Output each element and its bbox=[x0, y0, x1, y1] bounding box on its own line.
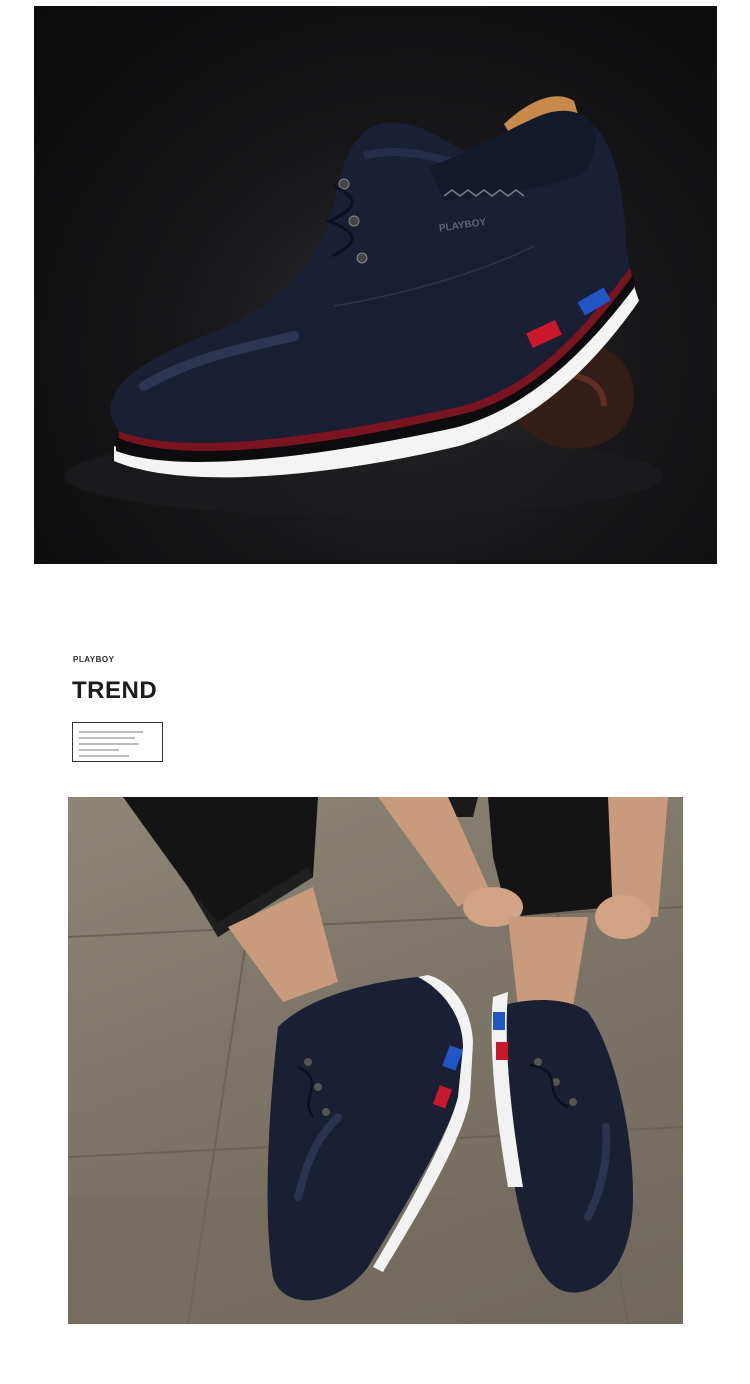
description-line bbox=[79, 749, 119, 751]
hero-product-photo: PLAYBOY bbox=[34, 6, 717, 564]
section-title: TREND bbox=[72, 677, 158, 704]
hero-shoe-illustration: PLAYBOY bbox=[64, 96, 664, 516]
lifestyle-scene-illustration bbox=[68, 797, 683, 1324]
description-line bbox=[79, 737, 135, 739]
description-line bbox=[79, 743, 139, 745]
lifestyle-photo bbox=[68, 797, 683, 1324]
brand-label: PLAYBOY bbox=[73, 655, 115, 664]
trend-description-box bbox=[72, 722, 163, 762]
description-line bbox=[79, 755, 129, 757]
description-line bbox=[79, 731, 143, 733]
